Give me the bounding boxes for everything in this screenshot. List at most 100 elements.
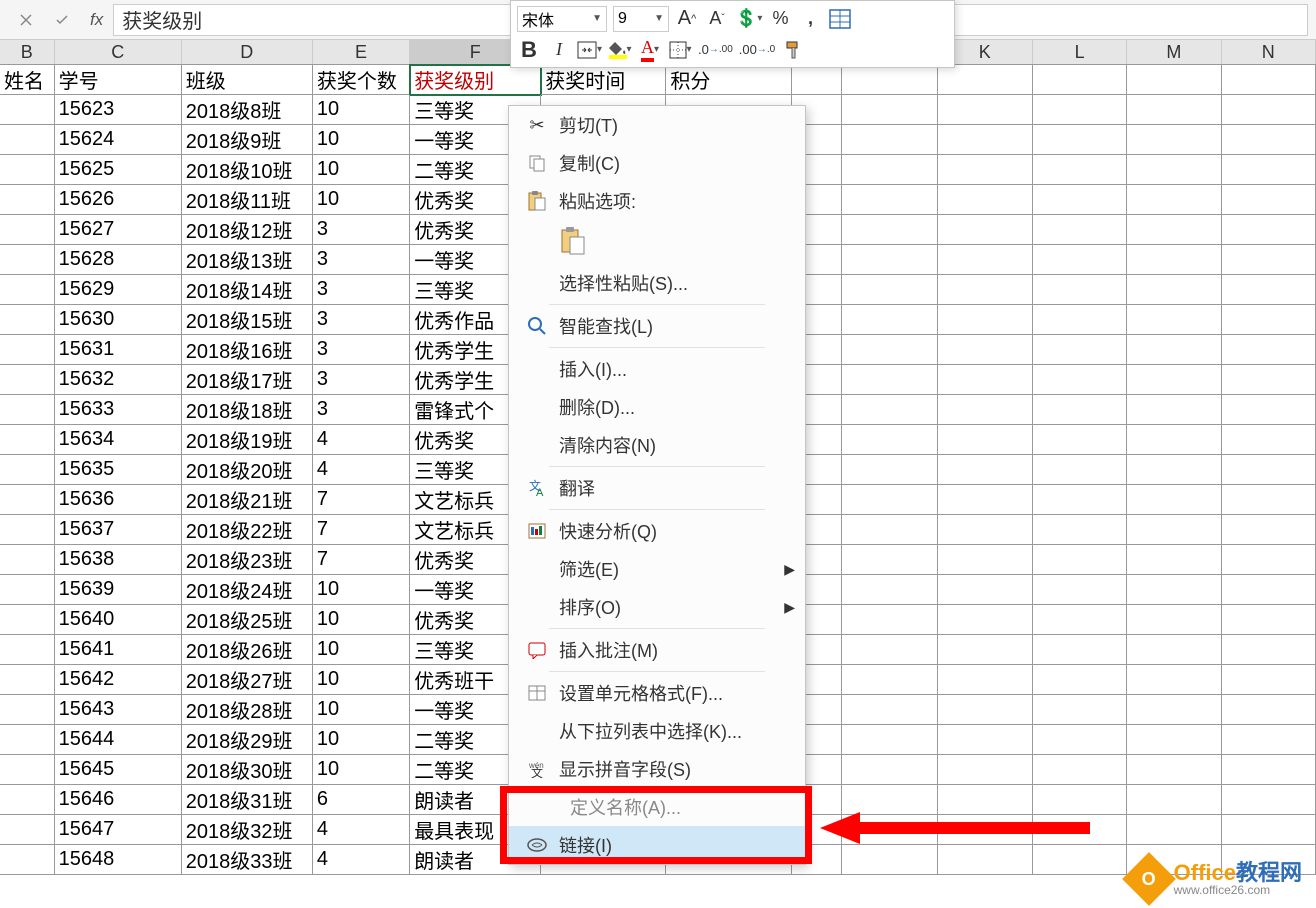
decrease-decimal-button[interactable]: .00→.0: [739, 37, 775, 63]
cell[interactable]: 2018级27班: [182, 665, 313, 695]
menu-insert-comment[interactable]: 插入批注(M): [509, 631, 805, 669]
cell[interactable]: 2018级16班: [182, 335, 313, 365]
cell[interactable]: [1222, 185, 1316, 215]
cell[interactable]: [0, 245, 55, 275]
cell[interactable]: [1127, 755, 1221, 785]
cell[interactable]: 15628: [55, 245, 182, 275]
cell[interactable]: 3: [313, 395, 410, 425]
cell[interactable]: 15636: [55, 485, 182, 515]
cell[interactable]: 15632: [55, 365, 182, 395]
cell[interactable]: [842, 605, 937, 635]
cell[interactable]: [1033, 815, 1127, 845]
cell[interactable]: [0, 185, 55, 215]
cell[interactable]: [1127, 545, 1221, 575]
cell[interactable]: 10: [313, 125, 410, 155]
cell[interactable]: 10: [313, 185, 410, 215]
column-header-L[interactable]: L: [1033, 40, 1127, 64]
cell[interactable]: [1127, 785, 1221, 815]
cell[interactable]: [1033, 125, 1127, 155]
header-cell-G[interactable]: 获奖时间: [541, 65, 666, 95]
cell[interactable]: [842, 155, 937, 185]
cell[interactable]: [0, 545, 55, 575]
cell[interactable]: [842, 95, 937, 125]
column-header-C[interactable]: C: [55, 40, 182, 64]
cell[interactable]: [0, 785, 55, 815]
cell[interactable]: [1033, 755, 1127, 785]
cell[interactable]: [1033, 185, 1127, 215]
cell[interactable]: 7: [313, 545, 410, 575]
cell[interactable]: 15641: [55, 635, 182, 665]
cell[interactable]: [1127, 95, 1221, 125]
cell[interactable]: [1127, 665, 1221, 695]
cell[interactable]: [842, 305, 937, 335]
header-cell-L[interactable]: [1033, 65, 1127, 95]
cell[interactable]: 10: [313, 95, 410, 125]
cell[interactable]: [938, 815, 1033, 845]
cell[interactable]: [1127, 155, 1221, 185]
cell[interactable]: [1127, 185, 1221, 215]
cell[interactable]: [0, 755, 55, 785]
cell[interactable]: [0, 815, 55, 845]
cell[interactable]: 15626: [55, 185, 182, 215]
cell[interactable]: [0, 845, 55, 875]
cell[interactable]: [938, 605, 1033, 635]
grow-font-button[interactable]: A^: [675, 6, 699, 32]
menu-delete[interactable]: 删除(D)...: [509, 388, 805, 426]
column-header-M[interactable]: M: [1127, 40, 1221, 64]
cell[interactable]: 15643: [55, 695, 182, 725]
cell[interactable]: 10: [313, 695, 410, 725]
header-cell-F[interactable]: 获奖级别: [410, 65, 541, 95]
cell[interactable]: [938, 95, 1033, 125]
cell[interactable]: 15633: [55, 395, 182, 425]
cell[interactable]: [0, 275, 55, 305]
cell[interactable]: [1222, 305, 1316, 335]
menu-clear-contents[interactable]: 清除内容(N): [509, 426, 805, 464]
cell[interactable]: [842, 185, 937, 215]
cell[interactable]: 4: [313, 425, 410, 455]
increase-decimal-button[interactable]: .0→.00: [698, 37, 733, 63]
column-header-D[interactable]: D: [182, 40, 313, 64]
menu-copy[interactable]: 复制(C): [509, 144, 805, 182]
cell[interactable]: [0, 605, 55, 635]
cell[interactable]: 15646: [55, 785, 182, 815]
cell[interactable]: [1127, 275, 1221, 305]
cell[interactable]: [1033, 455, 1127, 485]
cell[interactable]: [1033, 215, 1127, 245]
cell[interactable]: 2018级30班: [182, 755, 313, 785]
menu-cut[interactable]: ✂ 剪切(T): [509, 106, 805, 144]
cell[interactable]: [1033, 845, 1127, 875]
cell[interactable]: [0, 365, 55, 395]
cell[interactable]: [0, 125, 55, 155]
cell[interactable]: [938, 545, 1033, 575]
cell[interactable]: [1222, 635, 1316, 665]
cell[interactable]: 10: [313, 155, 410, 185]
bold-button[interactable]: B: [517, 37, 541, 63]
cell[interactable]: [1127, 125, 1221, 155]
cell[interactable]: 15644: [55, 725, 182, 755]
cell[interactable]: 2018级14班: [182, 275, 313, 305]
cell[interactable]: [842, 245, 937, 275]
cell[interactable]: [1127, 215, 1221, 245]
cell[interactable]: [938, 365, 1033, 395]
cell[interactable]: [1127, 395, 1221, 425]
cell[interactable]: [938, 425, 1033, 455]
cell[interactable]: 3: [313, 215, 410, 245]
header-cell-E[interactable]: 获奖个数: [313, 65, 410, 95]
cell[interactable]: [842, 395, 937, 425]
cell[interactable]: [1222, 455, 1316, 485]
cell[interactable]: 2018级32班: [182, 815, 313, 845]
menu-filter[interactable]: 筛选(E) ▶: [509, 550, 805, 588]
italic-button[interactable]: I: [547, 37, 571, 63]
cell[interactable]: 2018级15班: [182, 305, 313, 335]
header-cell-H[interactable]: 积分: [666, 65, 791, 95]
cell[interactable]: [842, 365, 937, 395]
header-cell-J[interactable]: [842, 65, 937, 95]
cell[interactable]: 15627: [55, 215, 182, 245]
cell[interactable]: [938, 155, 1033, 185]
cell[interactable]: [938, 125, 1033, 155]
cell[interactable]: [0, 575, 55, 605]
cell[interactable]: [1127, 485, 1221, 515]
cell[interactable]: [1127, 365, 1221, 395]
cell[interactable]: [938, 335, 1033, 365]
cell[interactable]: [1127, 575, 1221, 605]
